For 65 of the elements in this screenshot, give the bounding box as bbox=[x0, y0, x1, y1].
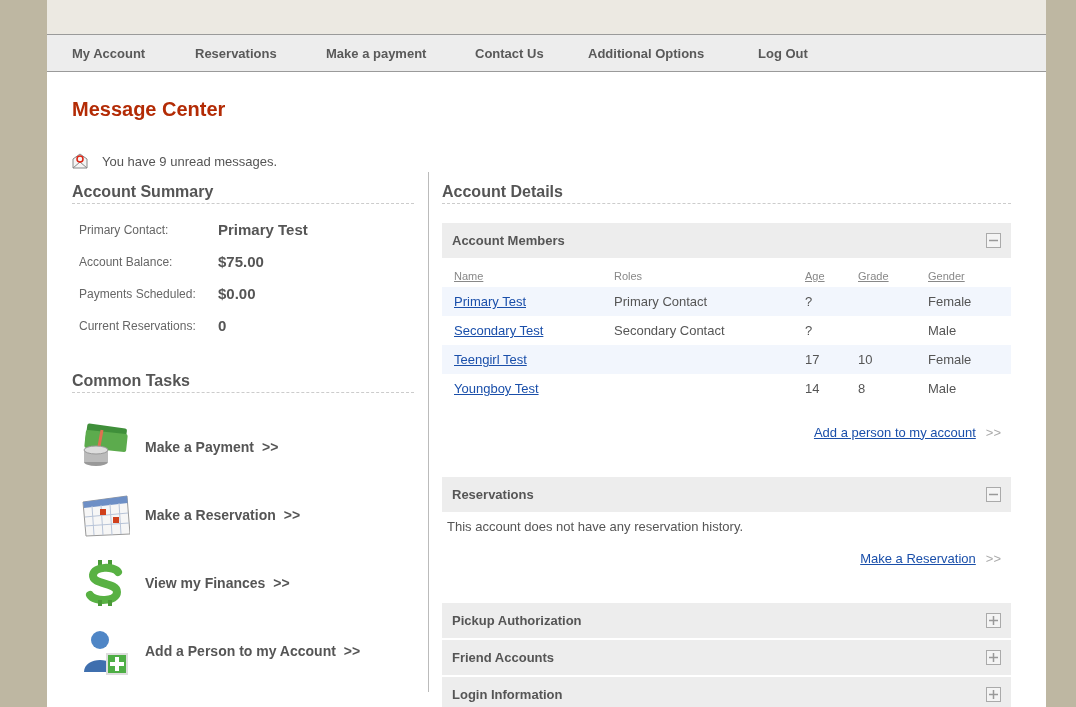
envelope-icon bbox=[72, 153, 88, 169]
column-header[interactable]: Age bbox=[793, 266, 846, 287]
summary-label: Primary Contact: bbox=[79, 222, 170, 239]
task-link[interactable]: Make a Reservation >> bbox=[145, 507, 301, 523]
summary-value: Primary Test bbox=[218, 221, 309, 240]
nav-link[interactable]: Log Out bbox=[758, 45, 838, 61]
summary-value: 0 bbox=[218, 317, 228, 336]
member-link[interactable]: Secondary Test bbox=[454, 323, 544, 338]
panel-title: Login Information bbox=[452, 687, 563, 702]
panel-header[interactable]: Login Information bbox=[442, 677, 1011, 707]
expand-icon bbox=[986, 687, 1001, 702]
more-arrow: >> bbox=[985, 424, 1001, 440]
expand-icon bbox=[986, 613, 1001, 628]
nav-link[interactable]: Reservations bbox=[195, 45, 326, 61]
panel-link[interactable]: Make a Reservation bbox=[860, 550, 976, 566]
nav-link[interactable]: Contact Us bbox=[475, 45, 588, 61]
panel-header[interactable]: Friend Accounts bbox=[442, 640, 1011, 675]
column-header[interactable]: Name bbox=[442, 266, 602, 287]
table-cell: 8 bbox=[858, 381, 866, 396]
section-heading: Account Details bbox=[442, 172, 1011, 204]
panel-title: Pickup Authorization bbox=[452, 613, 582, 628]
task-link[interactable]: Make a Payment >> bbox=[145, 439, 279, 455]
table-cell: ? bbox=[805, 294, 813, 309]
panel-header[interactable]: Account Members bbox=[442, 223, 1011, 258]
panel-header[interactable]: Reservations bbox=[442, 477, 1011, 512]
summary-label: Account Balance: bbox=[79, 254, 174, 271]
table-cell: Female bbox=[928, 294, 972, 309]
member-link[interactable]: Teengirl Test bbox=[454, 352, 527, 367]
table-cell: Male bbox=[928, 381, 957, 396]
task-link[interactable]: View my Finances >> bbox=[145, 575, 290, 591]
table-cell: 17 bbox=[805, 352, 820, 367]
collapse-icon bbox=[986, 233, 1001, 248]
unread-message-notice: You have 9 unread messages. bbox=[102, 153, 278, 169]
table-cell: 14 bbox=[805, 381, 820, 396]
column-header[interactable]: Gender bbox=[916, 266, 1011, 287]
table-cell: Female bbox=[928, 352, 972, 367]
nav-link[interactable]: Additional Options bbox=[588, 45, 758, 61]
table-cell: ? bbox=[805, 323, 813, 338]
panel-title: Account Members bbox=[452, 233, 565, 248]
summary-label: Payments Scheduled: bbox=[79, 286, 197, 303]
panel-header[interactable]: Pickup Authorization bbox=[442, 603, 1011, 638]
summary-value: $0.00 bbox=[218, 285, 257, 304]
column-header: Roles bbox=[613, 269, 644, 284]
table-cell: Secondary Contact bbox=[614, 323, 725, 338]
expand-icon bbox=[986, 650, 1001, 665]
panel-link[interactable]: Add a person to my account bbox=[813, 424, 976, 440]
section-heading: Account Summary bbox=[72, 172, 414, 204]
nav-link[interactable]: Make a payment bbox=[326, 45, 475, 61]
panel-title: Friend Accounts bbox=[452, 650, 555, 665]
nav-link[interactable]: My Account bbox=[72, 45, 195, 61]
more-arrow: >> bbox=[985, 550, 1001, 566]
task-link[interactable]: Add a Person to my Account >> bbox=[145, 643, 361, 659]
table-cell: Primary Contact bbox=[614, 294, 708, 309]
member-link[interactable]: Primary Test bbox=[454, 294, 526, 309]
section-heading: Common Tasks bbox=[72, 361, 414, 393]
table-cell: 10 bbox=[858, 352, 873, 367]
table-cell: Male bbox=[928, 323, 957, 338]
page-title: Message Center bbox=[72, 98, 227, 121]
panel-title: Reservations bbox=[452, 487, 534, 502]
member-link[interactable]: Youngboy Test bbox=[454, 381, 539, 396]
column-header[interactable]: Grade bbox=[846, 266, 916, 287]
empty-message: This account does not have any reservation history. bbox=[446, 518, 745, 534]
summary-value: $75.00 bbox=[218, 253, 265, 272]
collapse-icon bbox=[986, 487, 1001, 502]
summary-label: Current Reservations: bbox=[79, 318, 197, 335]
